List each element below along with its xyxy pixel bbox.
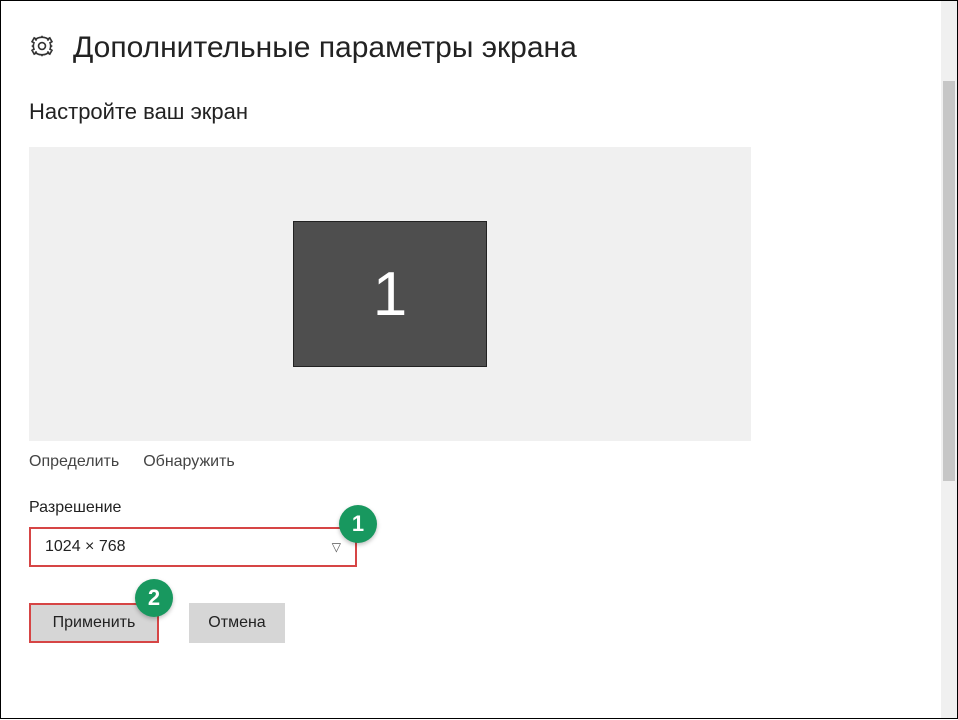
cancel-button[interactable]: Отмена [189, 603, 285, 643]
identify-link[interactable]: Определить [29, 453, 119, 471]
resolution-dropdown[interactable]: 1024 × 768 ▽ [29, 527, 357, 567]
vertical-scrollbar[interactable] [941, 1, 957, 718]
resolution-dropdown-wrap: 1024 × 768 ▽ 1 [29, 527, 357, 567]
display-actions-row: Определить Обнаружить [29, 453, 915, 471]
resolution-value: 1024 × 768 [45, 538, 126, 556]
display-arrangement-area[interactable]: 1 [29, 147, 751, 441]
customize-heading: Настройте ваш экран [29, 99, 915, 125]
gear-icon [29, 33, 55, 64]
annotation-badge-2: 2 [135, 579, 173, 617]
chevron-down-icon: ▽ [332, 540, 341, 554]
monitor-number-label: 1 [373, 259, 407, 330]
page-title: Дополнительные параметры экрана [73, 31, 577, 65]
apply-button-wrap: Применить 2 [29, 603, 159, 643]
annotation-badge-1: 1 [339, 505, 377, 543]
monitor-1[interactable]: 1 [293, 221, 487, 367]
scrollbar-thumb[interactable] [943, 81, 955, 481]
detect-link[interactable]: Обнаружить [143, 453, 235, 471]
action-buttons-row: Применить 2 Отмена [29, 603, 915, 643]
resolution-label: Разрешение [29, 499, 915, 517]
page-header: Дополнительные параметры экрана [29, 31, 915, 65]
